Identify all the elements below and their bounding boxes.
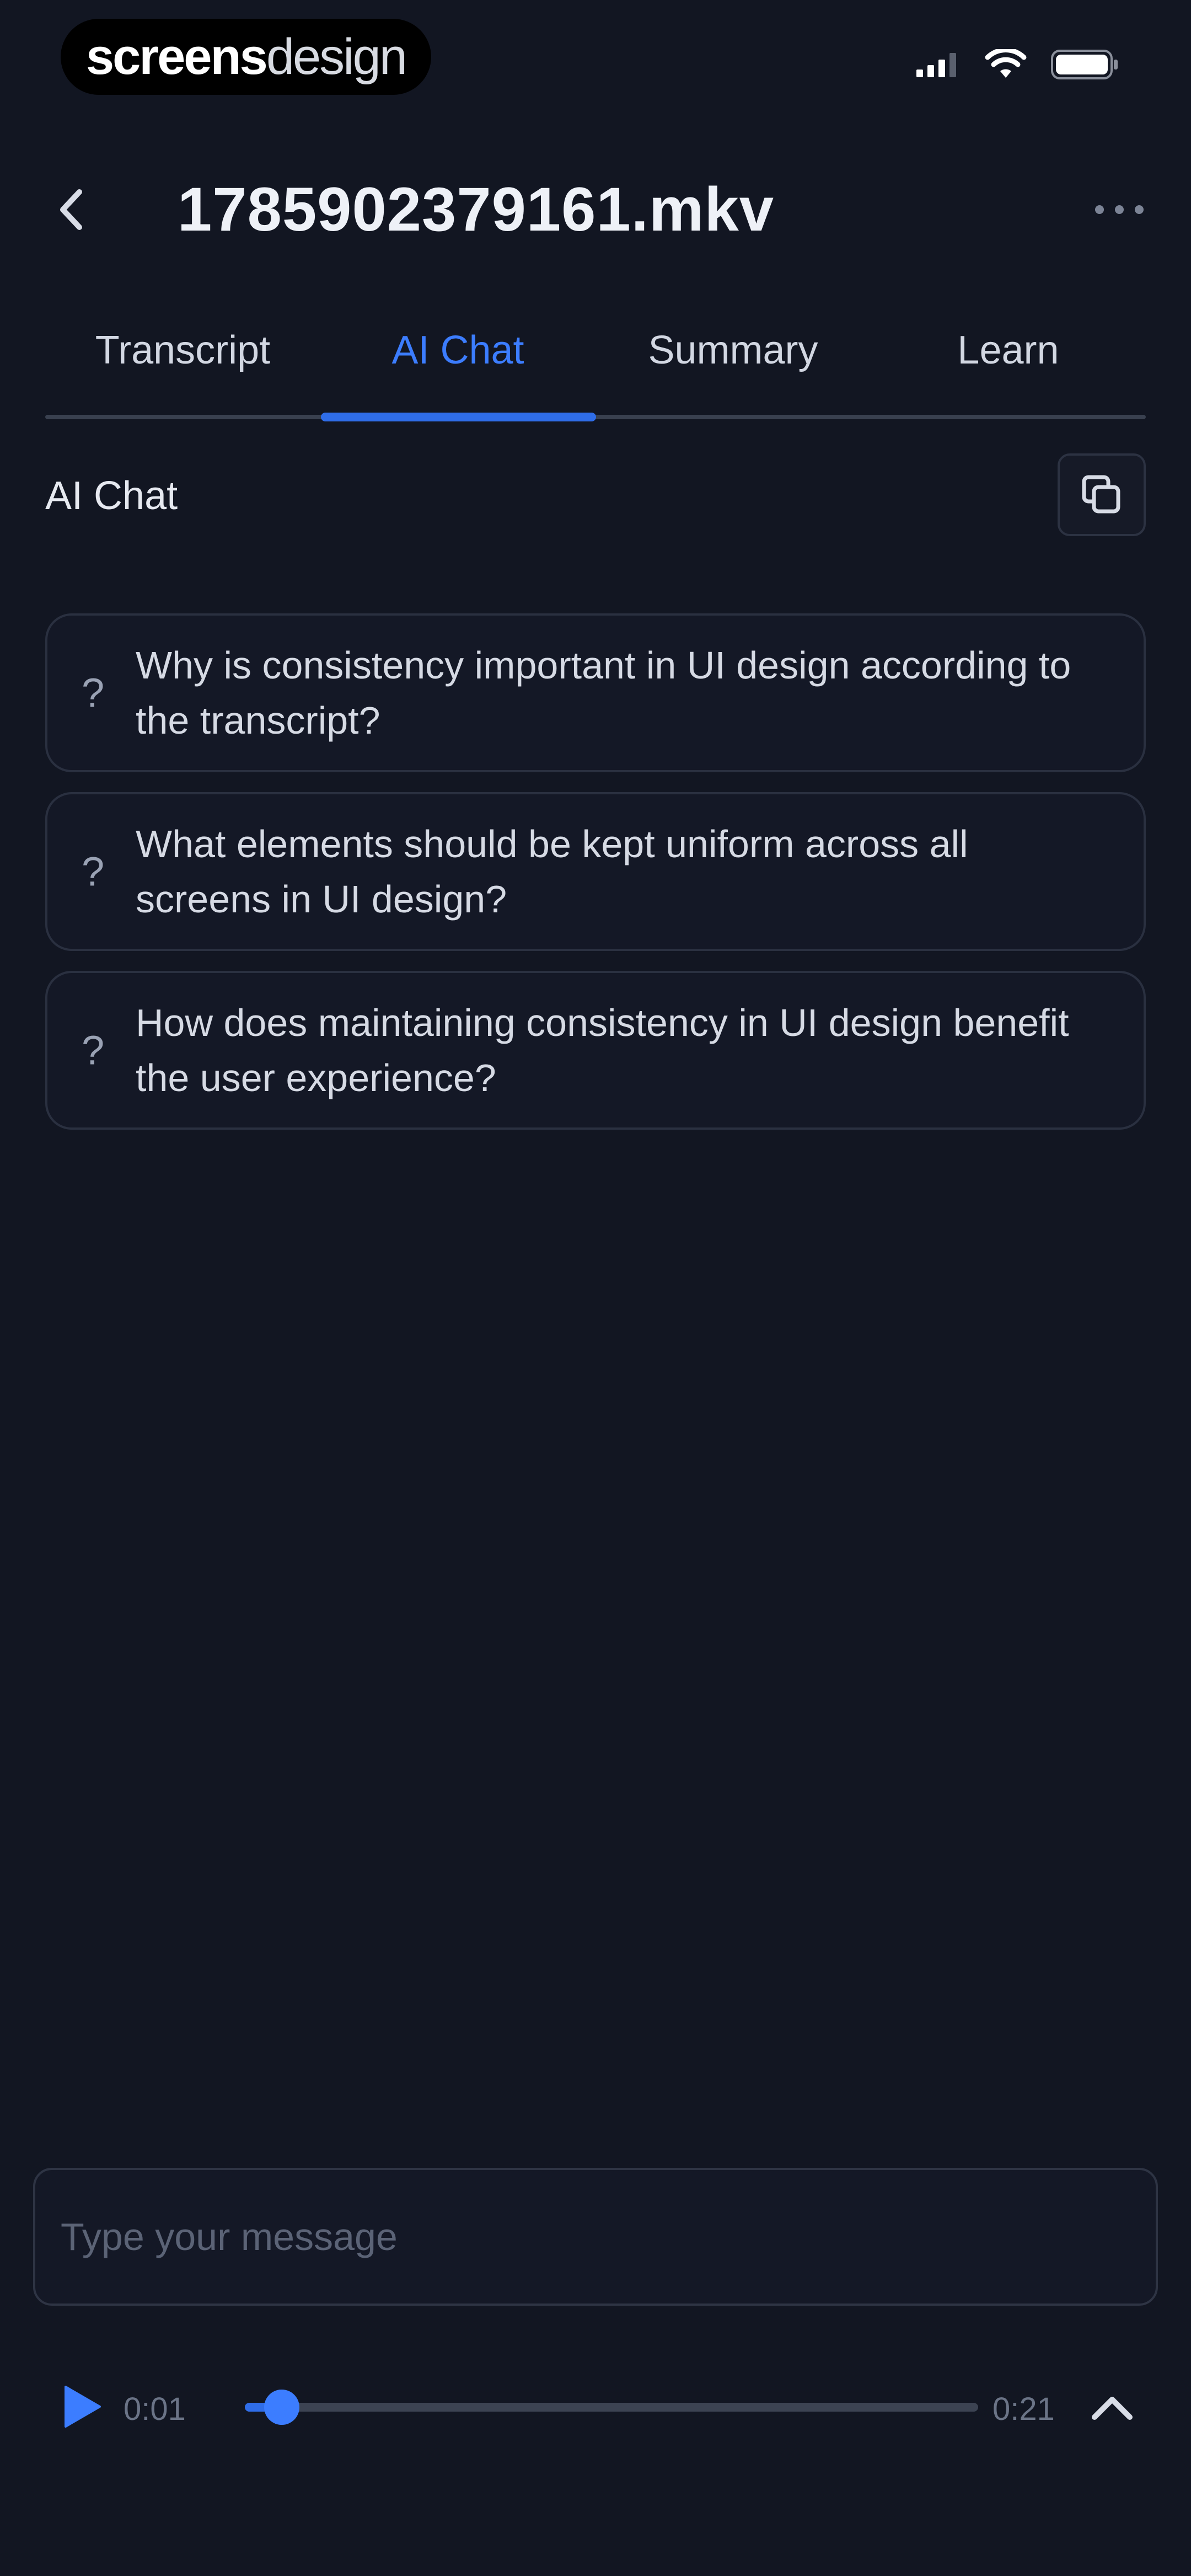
copy-button[interactable] — [1058, 453, 1146, 536]
question-icon: ? — [82, 848, 105, 895]
tab-bar: Transcript AI Chat Summary Learn — [45, 309, 1146, 424]
app-screen: screens design 1785902379161.mkv Transcr… — [0, 0, 1191, 2576]
copy-icon — [1082, 475, 1120, 514]
active-tab-indicator — [321, 413, 596, 421]
header: 1785902379161.mkv — [0, 160, 1191, 259]
suggestion-text: What elements should be kept uniform acr… — [136, 822, 968, 921]
watermark-part-1: screens — [86, 29, 268, 85]
current-time: 0:01 — [124, 2391, 186, 2427]
tab-learn[interactable]: Learn — [871, 309, 1146, 392]
page-title: 1785902379161.mkv — [178, 175, 775, 244]
suggestion-card[interactable]: ? How does maintaining consistency in UI… — [45, 971, 1146, 1130]
progress-slider[interactable] — [245, 2390, 978, 2425]
wifi-icon — [985, 47, 1027, 83]
screensdesign-watermark: screens design — [61, 19, 431, 95]
message-composer — [33, 2168, 1158, 2306]
message-input[interactable] — [60, 2169, 1156, 2304]
play-icon — [65, 2386, 101, 2428]
status-icons — [916, 47, 1119, 83]
more-options-button[interactable] — [1086, 188, 1152, 232]
suggested-questions: ? Why is consistency important in UI des… — [45, 613, 1146, 1150]
chevron-up-icon — [1092, 2397, 1133, 2420]
suggestion-text: How does maintaining consistency in UI d… — [136, 1001, 1069, 1099]
suggestion-card[interactable]: ? What elements should be kept uniform a… — [45, 792, 1146, 951]
watermark-part-2: design — [266, 29, 407, 85]
tab-transcript[interactable]: Transcript — [45, 309, 320, 392]
tab-ai-chat[interactable]: AI Chat — [320, 309, 596, 392]
signal-icon — [916, 51, 961, 81]
question-icon: ? — [82, 1027, 105, 1073]
progress-thumb[interactable] — [264, 2390, 299, 2425]
play-button[interactable] — [57, 2382, 107, 2431]
back-button[interactable] — [44, 182, 99, 237]
more-horizontal-icon — [1095, 205, 1144, 214]
suggestion-card[interactable]: ? Why is consistency important in UI des… — [45, 613, 1146, 772]
status-bar: screens design — [0, 0, 1191, 121]
suggestion-text: Why is consistency important in UI desig… — [136, 644, 1071, 742]
battery-icon — [1051, 49, 1119, 83]
question-icon: ? — [82, 670, 105, 716]
section-title: AI Chat — [45, 474, 178, 518]
chevron-left-icon — [60, 189, 82, 230]
media-player: 0:01 0:21 — [0, 2366, 1191, 2444]
total-time: 0:21 — [993, 2391, 1055, 2427]
expand-player-button[interactable] — [1087, 2383, 1137, 2433]
tab-summary[interactable]: Summary — [596, 309, 871, 392]
